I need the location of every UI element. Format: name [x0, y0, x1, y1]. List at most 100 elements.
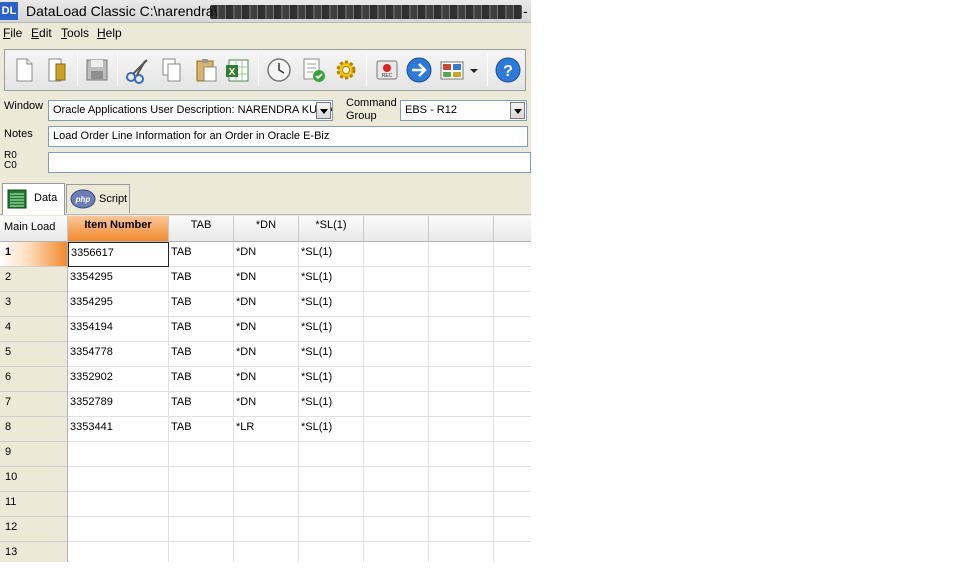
column-header-item-number[interactable]: Item Number [68, 216, 169, 242]
view-options-icon[interactable] [437, 55, 467, 85]
grid-cell[interactable] [169, 542, 234, 562]
grid-cell[interactable]: TAB [169, 242, 234, 267]
grid-cell[interactable] [429, 392, 494, 417]
grid-cell[interactable]: *SL(1) [299, 242, 364, 267]
grid-cell[interactable] [494, 517, 531, 542]
grid-cell[interactable]: 3356617 [68, 242, 169, 267]
row-number[interactable]: 11 [0, 492, 68, 517]
grid-cell[interactable] [299, 542, 364, 562]
grid-cell[interactable]: TAB [169, 367, 234, 392]
run-arrow-icon[interactable] [404, 55, 434, 85]
grid-cell[interactable] [429, 417, 494, 442]
grid-cell[interactable]: 3354778 [68, 342, 169, 367]
grid-cell[interactable]: *LR [234, 417, 299, 442]
row-number[interactable]: 5 [0, 342, 68, 367]
grid-cell[interactable]: *SL(1) [299, 317, 364, 342]
grid-cell[interactable]: 3353441 [68, 417, 169, 442]
grid-cell[interactable] [494, 242, 531, 267]
grid-cell[interactable]: 3354194 [68, 317, 169, 342]
grid-cell[interactable] [429, 442, 494, 467]
row-number[interactable]: 4 [0, 317, 68, 342]
grid-cell[interactable] [364, 492, 429, 517]
grid-cell[interactable] [429, 467, 494, 492]
grid-cell[interactable] [429, 242, 494, 267]
grid-cell[interactable] [364, 242, 429, 267]
grid-cell[interactable]: *SL(1) [299, 267, 364, 292]
copy-icon[interactable] [157, 55, 187, 85]
grid-cell[interactable] [364, 267, 429, 292]
column-header-empty[interactable] [494, 216, 531, 242]
open-icon[interactable] [42, 55, 72, 85]
grid-cell[interactable] [68, 492, 169, 517]
grid-cell[interactable] [494, 292, 531, 317]
grid-cell[interactable]: 3354295 [68, 267, 169, 292]
row-number[interactable]: 1 [0, 242, 68, 267]
record-icon[interactable]: REC [372, 55, 402, 85]
chevron-down-icon[interactable] [316, 102, 331, 119]
grid-cell[interactable] [234, 442, 299, 467]
grid-cell[interactable]: *SL(1) [299, 367, 364, 392]
grid-cell[interactable] [494, 492, 531, 517]
command-group-select[interactable]: EBS - R12 [400, 100, 527, 121]
grid-cell[interactable]: *DN [234, 392, 299, 417]
row-number[interactable]: 3 [0, 292, 68, 317]
grid-cell[interactable] [429, 367, 494, 392]
grid-cell[interactable]: *DN [234, 342, 299, 367]
grid-cell[interactable] [429, 267, 494, 292]
grid-cell[interactable]: *SL(1) [299, 342, 364, 367]
grid-cell[interactable] [364, 467, 429, 492]
settings-gear-icon[interactable] [331, 55, 361, 85]
cut-icon[interactable] [123, 55, 153, 85]
grid-cell[interactable] [234, 467, 299, 492]
grid-cell[interactable] [494, 342, 531, 367]
grid-cell[interactable] [364, 517, 429, 542]
grid-cell[interactable]: *SL(1) [299, 392, 364, 417]
validate-icon[interactable] [298, 55, 328, 85]
view-options-dropdown-icon[interactable] [467, 55, 481, 85]
grid-cell[interactable] [234, 517, 299, 542]
grid-cell[interactable] [68, 542, 169, 562]
grid-cell[interactable] [169, 517, 234, 542]
grid-cell[interactable] [364, 292, 429, 317]
help-icon[interactable]: ? [493, 55, 523, 85]
grid-cell[interactable] [68, 517, 169, 542]
grid-cell[interactable]: *DN [234, 317, 299, 342]
grid-cell[interactable] [494, 317, 531, 342]
tab-data[interactable]: Data [2, 183, 65, 215]
save-icon[interactable] [82, 55, 112, 85]
grid-cell[interactable]: TAB [169, 292, 234, 317]
grid-cell[interactable] [494, 392, 531, 417]
grid-cell[interactable] [169, 492, 234, 517]
excel-icon[interactable]: X [223, 55, 253, 85]
grid-cell[interactable]: TAB [169, 342, 234, 367]
column-header-empty[interactable] [364, 216, 429, 242]
row-number[interactable]: 2 [0, 267, 68, 292]
grid-cell[interactable] [429, 342, 494, 367]
grid-cell[interactable]: TAB [169, 317, 234, 342]
tab-script[interactable]: php Script [66, 184, 130, 213]
grid-cell[interactable] [429, 542, 494, 562]
grid-cell[interactable]: 3354295 [68, 292, 169, 317]
grid-cell[interactable] [429, 317, 494, 342]
row-number[interactable]: 13 [0, 542, 68, 562]
grid-cell[interactable] [364, 317, 429, 342]
grid-cell[interactable] [429, 492, 494, 517]
row-number[interactable]: 12 [0, 517, 68, 542]
column-header-dn[interactable]: *DN [234, 216, 299, 242]
grid-cell[interactable] [299, 442, 364, 467]
grid-cell[interactable] [364, 392, 429, 417]
paste-icon[interactable] [191, 55, 221, 85]
grid-cell[interactable] [494, 467, 531, 492]
title-bar[interactable]: DL DataLoad Classic C:\narendra\ - [0, 0, 531, 23]
row-number[interactable]: 6 [0, 367, 68, 392]
grid-cell[interactable] [494, 417, 531, 442]
grid-cell[interactable]: TAB [169, 267, 234, 292]
new-document-icon[interactable] [9, 55, 39, 85]
grid-cell[interactable] [494, 367, 531, 392]
grid-cell[interactable]: *SL(1) [299, 292, 364, 317]
chevron-down-icon[interactable] [510, 102, 525, 119]
grid-cell[interactable] [429, 517, 494, 542]
column-header-tab[interactable]: TAB [169, 216, 234, 242]
grid-cell[interactable] [494, 267, 531, 292]
grid-cell[interactable] [364, 342, 429, 367]
